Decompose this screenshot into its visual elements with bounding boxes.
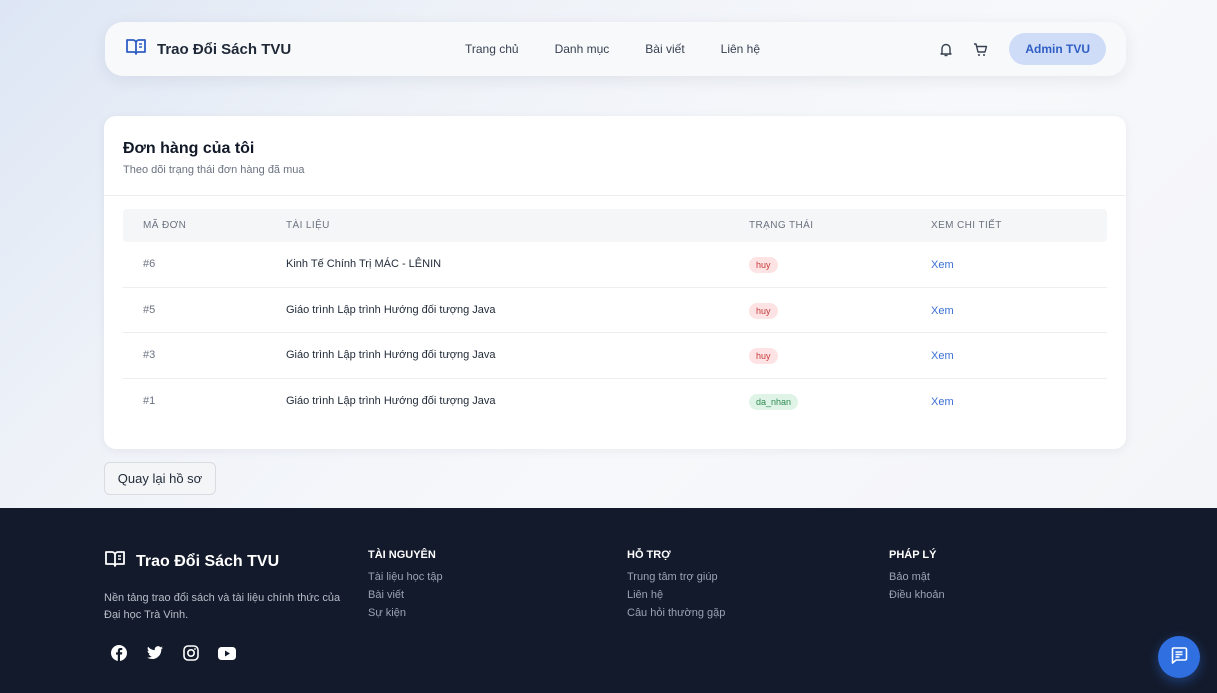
nav-actions: Admin TVU: [935, 22, 1106, 76]
order-document: Kinh Tế Chính Trị MÁC - LÊNIN: [286, 258, 442, 271]
book-icon: [125, 38, 147, 61]
order-document: Giáo trình Lập trình Hướng đối tượng Jav…: [286, 395, 496, 408]
social-links: [110, 644, 236, 662]
chat-button[interactable]: [1158, 636, 1200, 678]
table-row: #1 Giáo trình Lập trình Hướng đối tượng …: [123, 379, 1107, 425]
nav-home[interactable]: Trang chủ: [465, 42, 519, 56]
footer-description: Nền tảng trao đổi sách và tài liệu chính…: [104, 592, 341, 621]
nav-categories[interactable]: Danh mục: [555, 42, 610, 56]
view-order-link[interactable]: Xem: [931, 396, 954, 408]
view-order-link[interactable]: Xem: [931, 259, 954, 271]
footer-column-support: HỖ TRỢ Trung tâm trợ giúp Liên hệ Câu hỏ…: [627, 549, 725, 625]
footer-column-title: PHÁP LÝ: [889, 549, 937, 561]
book-icon: [104, 550, 126, 573]
nav-contact[interactable]: Liên hệ: [721, 42, 760, 56]
status-badge: huy: [749, 257, 778, 274]
site-footer: Trao Đổi Sách TVU Nền tảng trao đổi sách…: [0, 508, 1217, 693]
youtube-icon[interactable]: [218, 644, 236, 662]
status-badge: huy: [749, 348, 778, 365]
orders-card: Đơn hàng của tôi Theo dõi trạng thái đơn…: [104, 116, 1126, 449]
footer-link-faq[interactable]: Câu hỏi thường gặp: [627, 607, 725, 619]
footer-link-terms[interactable]: Điều khoản: [889, 589, 945, 601]
footer-link-contact[interactable]: Liên hệ: [627, 589, 725, 601]
order-id: #5: [143, 303, 156, 316]
page-subtitle: Theo dõi trạng thái đơn hàng đã mua: [123, 164, 305, 176]
bell-icon[interactable]: [935, 38, 957, 60]
twitter-icon[interactable]: [146, 644, 164, 662]
footer-link-events[interactable]: Sự kiện: [368, 607, 443, 619]
chat-icon: [1170, 646, 1188, 669]
order-id: #6: [143, 258, 156, 271]
orders-table: MÃ ĐƠN TÀI LIỆU TRẠNG THÁI XEM CHI TIẾT …: [123, 209, 1107, 424]
column-details: XEM CHI TIẾT: [931, 220, 1002, 231]
back-to-profile-button[interactable]: Quay lại hồ sơ: [104, 462, 216, 495]
table-row: #6 Kinh Tế Chính Trị MÁC - LÊNIN huy Xem: [123, 242, 1107, 288]
page-title: Đơn hàng của tôi: [123, 140, 255, 157]
footer-brand: Trao Đổi Sách TVU: [104, 550, 279, 573]
top-navbar: Trao Đổi Sách TVU Trang chủ Danh mục Bài…: [105, 22, 1126, 76]
footer-brand-name: Trao Đổi Sách TVU: [136, 552, 280, 570]
column-status: TRẠNG THÁI: [749, 220, 814, 231]
footer-link-posts[interactable]: Bài viết: [368, 589, 443, 601]
footer-link-privacy[interactable]: Bảo mật: [889, 571, 945, 583]
nav-posts[interactable]: Bài viết: [645, 42, 684, 56]
footer-column-title: TÀI NGUYÊN: [368, 549, 436, 561]
table-header: MÃ ĐƠN TÀI LIỆU TRẠNG THÁI XEM CHI TIẾT: [123, 209, 1107, 242]
column-document: TÀI LIỆU: [286, 220, 330, 231]
order-document: Giáo trình Lập trình Hướng đối tượng Jav…: [286, 349, 496, 362]
view-order-link[interactable]: Xem: [931, 305, 954, 317]
status-badge: da_nhan: [749, 394, 799, 411]
instagram-icon[interactable]: [182, 644, 200, 662]
order-id: #3: [143, 349, 156, 362]
facebook-icon[interactable]: [110, 644, 128, 662]
view-order-link[interactable]: Xem: [931, 350, 954, 362]
main-nav: Trang chủ Danh mục Bài viết Liên hệ: [465, 22, 796, 76]
column-order-id: MÃ ĐƠN: [143, 220, 187, 231]
status-badge: huy: [749, 302, 778, 319]
brand-name: Trao Đổi Sách TVU: [157, 40, 292, 58]
footer-link-study-materials[interactable]: Tài liệu học tập: [368, 571, 443, 583]
cart-icon[interactable]: [969, 38, 991, 60]
table-row: #3 Giáo trình Lập trình Hướng đối tượng …: [123, 333, 1107, 379]
brand-link[interactable]: Trao Đổi Sách TVU: [125, 22, 291, 76]
orders-header: Đơn hàng của tôi Theo dõi trạng thái đơn…: [104, 116, 1126, 196]
user-menu-button[interactable]: Admin TVU: [1009, 33, 1106, 65]
footer-column-legal: PHÁP LÝ Bảo mật Điều khoản: [889, 549, 945, 607]
page-background: Trao Đổi Sách TVU Trang chủ Danh mục Bài…: [0, 0, 1217, 508]
order-id: #1: [143, 395, 156, 408]
footer-link-help-center[interactable]: Trung tâm trợ giúp: [627, 571, 725, 583]
footer-column-resources: TÀI NGUYÊN Tài liệu học tập Bài viết Sự …: [368, 549, 443, 625]
order-document: Giáo trình Lập trình Hướng đối tượng Jav…: [286, 303, 496, 316]
footer-column-title: HỖ TRỢ: [627, 549, 671, 561]
table-row: #5 Giáo trình Lập trình Hướng đối tượng …: [123, 288, 1107, 333]
